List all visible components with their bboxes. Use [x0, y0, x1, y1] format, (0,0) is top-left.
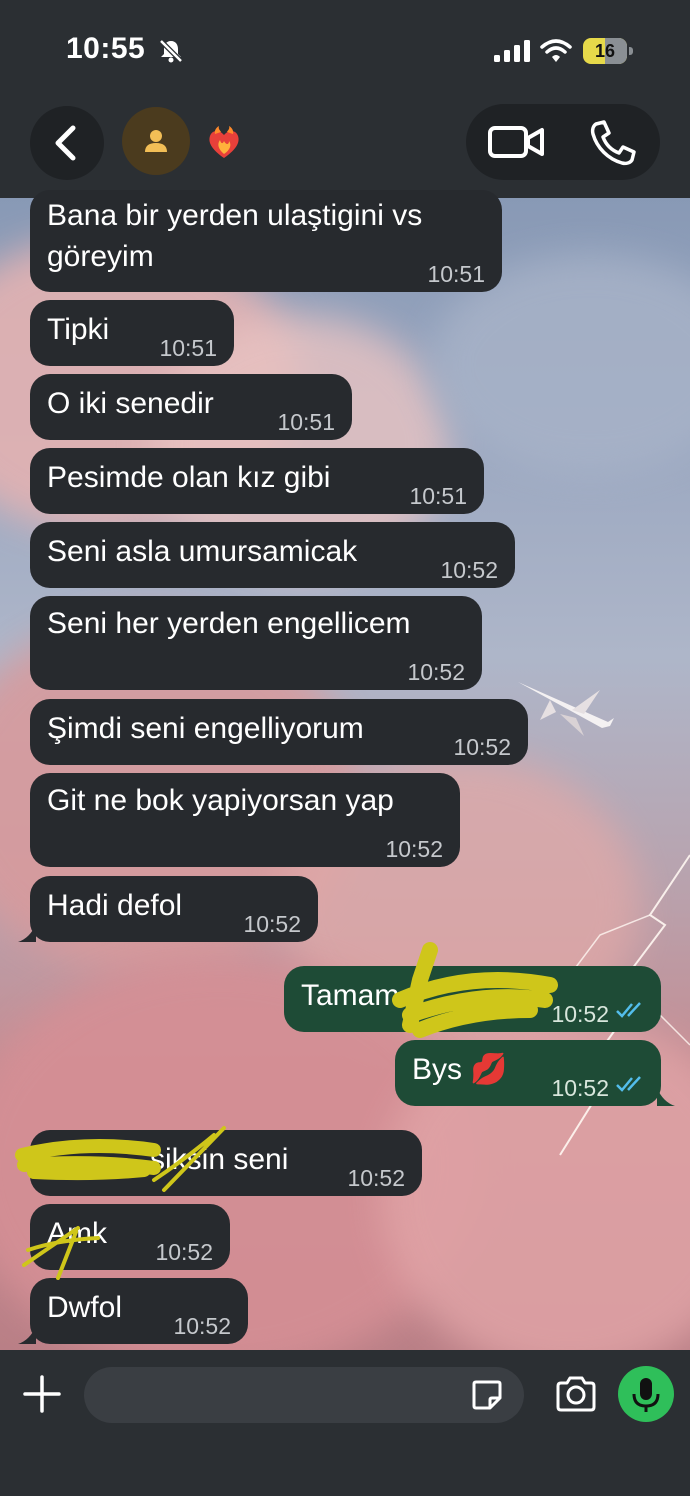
message-bubble-incoming[interactable]: Git ne bok yapiyorsan yap 10:52: [30, 773, 460, 867]
message-text: Bys 💋: [412, 1053, 508, 1086]
message-time: 10:52: [155, 1239, 213, 1265]
contact-name-emoji[interactable]: [205, 124, 243, 162]
battery-level: 16: [594, 41, 616, 61]
message-bubble-incoming[interactable]: Pesimde olan kız gibi 10:51: [30, 448, 484, 514]
message-bubble-incoming[interactable]: Dwfol 10:52: [30, 1278, 248, 1344]
signal-icon: [494, 40, 530, 62]
bubble-tail: [18, 924, 36, 942]
contact-avatar[interactable]: [122, 107, 190, 175]
message-bubble-incoming[interactable]: Hadi defol 10:52: [30, 876, 318, 942]
bell-muted-icon: [159, 39, 183, 63]
battery-indicator: 16: [583, 38, 633, 64]
read-ticks-icon: [616, 1002, 641, 1018]
message-text: Bana bir yerden ulaştigini vs: [47, 199, 423, 232]
message-text: Seni her yerden engellicem: [47, 607, 411, 640]
microphone-icon: [632, 1378, 660, 1412]
message-bubble-outgoing[interactable]: Bys 💋 10:52: [395, 1040, 661, 1106]
message-time: 10:52: [385, 836, 443, 862]
chevron-left-icon: [55, 125, 76, 161]
message-bubble-incoming[interactable]: Amk 10:52: [30, 1204, 230, 1270]
message-text: Hadi defol: [47, 889, 183, 922]
message-bubble-incoming[interactable]: Bana bir yerden ulaştigini vs göreyim 10…: [30, 190, 502, 292]
message-time: 10:52: [551, 1075, 609, 1101]
message-bubble-incoming[interactable]: siksin seni 10:52: [30, 1130, 422, 1196]
sticker-icon[interactable]: [470, 1378, 504, 1412]
message-text: siksin seni: [150, 1143, 289, 1176]
back-button[interactable]: [30, 106, 104, 180]
message-time: 10:52: [551, 1001, 609, 1027]
message-time: 10:51: [409, 483, 467, 509]
message-input[interactable]: [84, 1367, 524, 1423]
message-bubble-incoming[interactable]: Tipki 10:51: [30, 300, 234, 366]
video-camera-icon: [488, 126, 544, 158]
bubble-tail: [657, 1088, 675, 1106]
message-time: 10:52: [440, 557, 498, 583]
message-bubble-incoming[interactable]: Şimdi seni engelliyorum 10:52: [30, 699, 528, 765]
message-time: 10:52: [407, 659, 465, 685]
call-buttons: [466, 104, 660, 180]
message-text: Tamam: [301, 979, 400, 1012]
message-text: Seni asla umursamicak: [47, 535, 358, 568]
message-text: göreyim: [47, 240, 154, 273]
message-text: Şimdi seni engelliyorum: [47, 712, 364, 745]
wifi-icon: [540, 39, 572, 62]
read-ticks-icon: [616, 1076, 641, 1092]
message-bubble-outgoing[interactable]: Tamam 10:52: [284, 966, 661, 1032]
message-time: 10:52: [173, 1313, 231, 1339]
camera-icon[interactable]: [554, 1374, 598, 1414]
microphone-button[interactable]: [618, 1366, 674, 1422]
phone-icon: [590, 120, 636, 166]
message-time: 10:51: [277, 409, 335, 435]
status-time: 10:55: [66, 32, 146, 65]
message-text: Pesimde olan kız gibi: [47, 461, 331, 494]
message-text: Git ne bok yapiyorsan yap: [47, 784, 394, 817]
message-time: 10:52: [347, 1165, 405, 1191]
message-text: O iki senedir: [47, 387, 214, 420]
video-call-button[interactable]: [484, 118, 548, 166]
message-time: 10:52: [453, 734, 511, 760]
message-time: 10:52: [243, 911, 301, 937]
heart-on-fire-icon: [209, 126, 239, 158]
message-time: 10:51: [427, 261, 485, 287]
message-text: Dwfol: [47, 1291, 123, 1324]
message-bubble-incoming[interactable]: Seni her yerden engellicem 10:52: [30, 596, 482, 690]
voice-call-button[interactable]: [584, 116, 640, 168]
message-bubble-incoming[interactable]: O iki senedir 10:51: [30, 374, 352, 440]
avatar-icon: [145, 130, 167, 152]
plus-icon[interactable]: [22, 1374, 62, 1414]
message-time: 10:51: [159, 335, 217, 361]
message-text: Amk: [47, 1217, 107, 1250]
bubble-tail: [18, 1326, 36, 1344]
message-bubble-incoming[interactable]: Seni asla umursamicak 10:52: [30, 522, 515, 588]
message-text: Tipki: [47, 313, 110, 346]
